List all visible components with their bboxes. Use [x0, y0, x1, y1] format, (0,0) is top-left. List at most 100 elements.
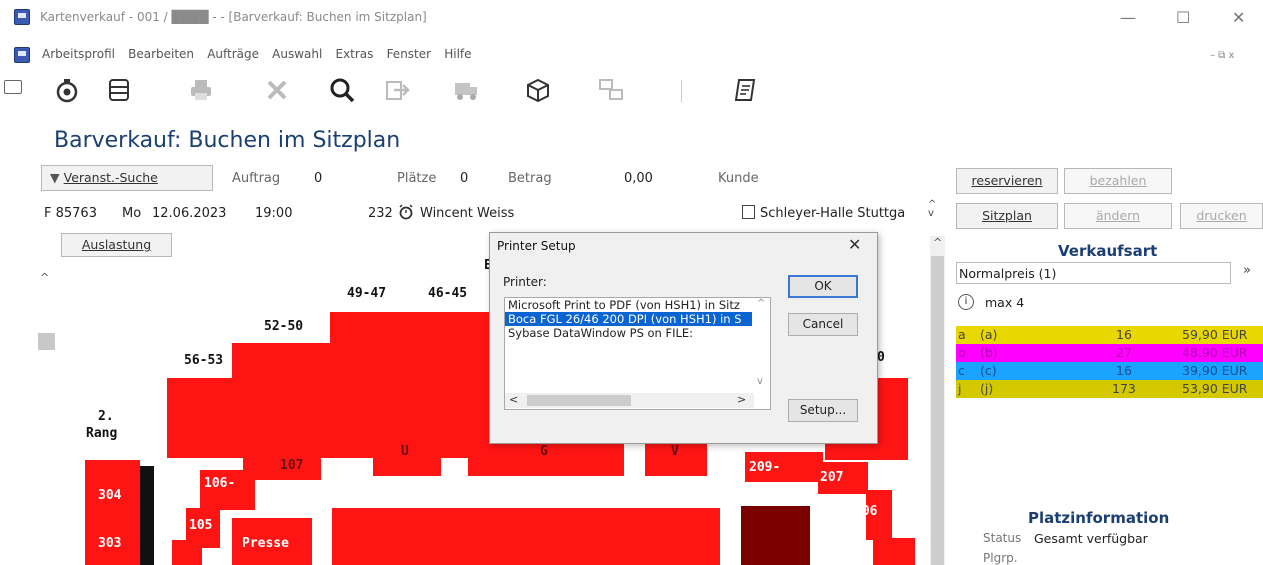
export-icon[interactable] — [384, 77, 410, 103]
price-row[interactable]: j (j) 173 53,90 EUR — [956, 380, 1263, 398]
label-49-47: 49-47 — [347, 286, 387, 301]
price-name: (c) — [980, 363, 997, 378]
map-vscroll-up-icon[interactable]: ^ — [933, 236, 942, 249]
price-row[interactable]: a (a) 16 59,90 EUR — [956, 326, 1263, 344]
list-vscroll[interactable]: ^ v — [754, 298, 769, 393]
cancel-button[interactable]: Cancel — [788, 313, 858, 336]
menu-arbeitsprofil[interactable]: Arbeitsprofil — [42, 47, 115, 61]
price-row[interactable]: b (b) 27 48,90 EUR — [956, 344, 1263, 362]
label-g: G — [540, 444, 548, 459]
auslastung-button[interactable]: Auslastung — [61, 233, 172, 257]
truck-icon[interactable] — [453, 77, 479, 103]
label-209: 209- — [749, 460, 781, 475]
printer-label: Printer: — [503, 275, 547, 289]
minimize-button[interactable]: — — [1120, 8, 1136, 27]
block-106[interactable]: 106- — [200, 470, 255, 510]
map-vscroll-thumb[interactable] — [931, 256, 944, 565]
label-2-rang-number: 2. — [98, 409, 114, 424]
box-icon[interactable] — [525, 77, 551, 103]
auftrag-label: Auftrag — [232, 171, 281, 186]
network-icon[interactable] — [598, 77, 624, 103]
setup-button[interactable]: Setup... — [788, 399, 858, 422]
folder-icon[interactable] — [4, 80, 22, 94]
block-304[interactable]: 304 — [85, 460, 140, 522]
block-sold-dark[interactable] — [741, 506, 810, 565]
kunde-label: Kunde — [718, 171, 759, 186]
betrag-value: 0,00 — [624, 171, 653, 186]
sitzplan-label: Sitzplan — [982, 208, 1032, 223]
mdi-controls[interactable]: – ⧉ x — [1210, 50, 1234, 61]
search-icon[interactable] — [329, 77, 355, 103]
event-date: 12.06.2023 — [152, 206, 227, 221]
document-icon[interactable] — [732, 77, 758, 103]
printer-item-0[interactable]: Microsoft Print to PDF (von HSH1) in Sit… — [505, 298, 752, 312]
menu-bearbeiten[interactable]: Bearbeiten — [128, 47, 194, 61]
menu-auftraege[interactable]: Aufträge — [207, 47, 259, 61]
page-title: Barverkauf: Buchen im Sitzplan — [54, 128, 401, 153]
list-scroll-up-icon[interactable]: ^ — [757, 298, 765, 309]
menu-extras[interactable]: Extras — [335, 47, 373, 61]
block-205[interactable] — [873, 538, 915, 565]
map-vscroll[interactable]: ^ — [930, 236, 945, 565]
dialog-close-button[interactable]: ✕ — [848, 235, 861, 254]
price-name: (b) — [980, 345, 998, 360]
list-hscroll[interactable]: < > — [505, 393, 754, 408]
block-56-53-area[interactable] — [167, 378, 490, 458]
price-code: a — [958, 327, 966, 342]
price-value: 53,90 EUR — [1182, 381, 1248, 396]
menu-auswahl[interactable]: Auswahl — [272, 47, 322, 61]
close-button[interactable]: ✕ — [1232, 8, 1245, 27]
auslastung-label: Auslastung — [81, 237, 152, 252]
window-title: Kartenverkauf - 001 / ████ - - [Barverka… — [40, 10, 427, 24]
label-206: 206 — [854, 504, 878, 519]
platzinfo-title: Platzinformation — [1028, 509, 1170, 527]
block-presse[interactable]: Presse — [232, 518, 312, 565]
alarm-icon — [398, 204, 414, 220]
block-303[interactable]: 303 — [85, 522, 140, 565]
list-scroll-left-icon[interactable]: < — [509, 393, 518, 406]
block-105-lower[interactable] — [172, 540, 202, 565]
list-icon[interactable] — [106, 77, 132, 103]
venue-spin-icon[interactable]: ^ v — [928, 200, 936, 219]
label-107: 107 — [280, 458, 304, 473]
bezahlen-label: bezahlen — [1089, 173, 1147, 188]
stopwatch-icon[interactable] — [54, 77, 80, 103]
list-hscroll-thumb[interactable] — [527, 395, 631, 406]
map-scroll-up-icon[interactable]: ^ — [40, 271, 49, 284]
veranst-suche-button[interactable]: ▼ Veranst.-Suche — [41, 165, 213, 191]
printer-item-2[interactable]: Sybase DataWindow PS on FILE: — [505, 326, 752, 340]
price-value: 48,90 EUR — [1182, 345, 1248, 360]
drucken-label: drucken — [1196, 208, 1247, 223]
menu-hilfe[interactable]: Hilfe — [444, 47, 471, 61]
status-label: Status — [983, 531, 1022, 545]
block-u[interactable]: U — [373, 428, 441, 476]
verkaufsart-value: Normalpreis (1) — [959, 266, 1057, 281]
aendern-button[interactable]: ändern — [1064, 203, 1172, 229]
menu-fenster[interactable]: Fenster — [387, 47, 432, 61]
bezahlen-button[interactable]: bezahlen — [1064, 168, 1172, 194]
ok-button[interactable]: OK — [788, 275, 858, 298]
sitzplan-button[interactable]: Sitzplan — [956, 203, 1058, 229]
printer-item-1[interactable]: Boca FGL 26/46 200 DPI (von HSH1) in S — [505, 312, 752, 326]
label-2-rang-word: Rang — [86, 426, 118, 441]
menu-app-icon — [14, 47, 30, 63]
list-scroll-right-icon[interactable]: > — [737, 393, 746, 406]
reservieren-button[interactable]: reservieren — [956, 168, 1058, 194]
block-floor[interactable] — [332, 508, 720, 565]
delete-icon[interactable] — [264, 77, 290, 103]
list-scroll-down-icon[interactable]: v — [757, 376, 763, 387]
maximize-button[interactable]: ☐ — [1176, 8, 1190, 27]
verkaufsart-select[interactable]: Normalpreis (1) — [956, 262, 1231, 284]
reservieren-label: reservieren — [971, 173, 1043, 188]
block-209[interactable]: 209- — [745, 452, 823, 482]
printer-list[interactable]: Microsoft Print to PDF (von HSH1) in Sit… — [504, 297, 771, 410]
block-207[interactable]: 207 — [818, 462, 868, 494]
plaetze-label: Plätze — [397, 171, 437, 186]
expand-down-icon[interactable]: » — [1243, 263, 1251, 278]
price-row[interactable]: c (c) 16 39,90 EUR — [956, 362, 1263, 380]
label-106: 106- — [204, 476, 236, 491]
printer-icon[interactable] — [188, 77, 214, 103]
drucken-button[interactable]: drucken — [1180, 203, 1263, 229]
map-left-handle[interactable] — [38, 333, 55, 350]
block-206[interactable]: 206 — [854, 490, 892, 540]
